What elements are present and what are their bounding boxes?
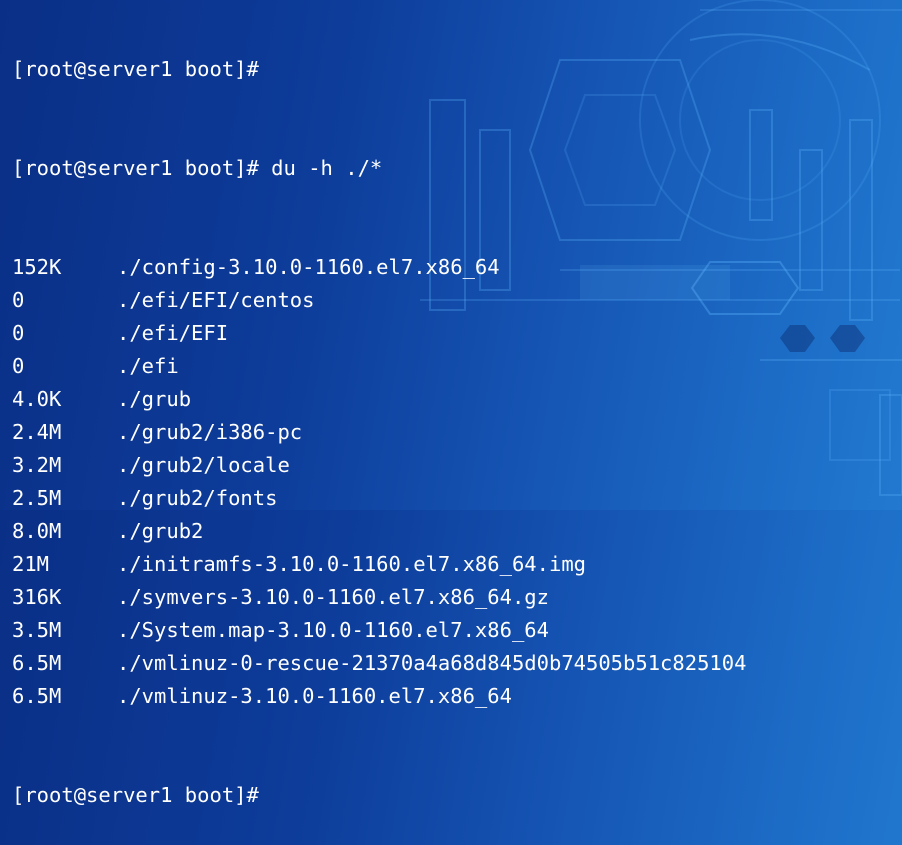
- file-path: ./initramfs-3.10.0-1160.el7.x86_64.img: [117, 552, 586, 576]
- disk-usage-size: 2.5M: [12, 486, 62, 510]
- du-output-row: 4.0K ./grub: [12, 383, 898, 416]
- file-path: ./vmlinuz-3.10.0-1160.el7.x86_64: [117, 684, 512, 708]
- du-output-row: 152K ./config-3.10.0-1160.el7.x86_64: [12, 251, 898, 284]
- disk-usage-size: 316K: [12, 585, 62, 609]
- du-output-row: 6.5M ./vmlinuz-3.10.0-1160.el7.x86_64: [12, 680, 898, 713]
- du-output-row: 0 ./efi/EFI: [12, 317, 898, 350]
- du-output-row: 3.2M ./grub2/locale: [12, 449, 898, 482]
- disk-usage-size: 0: [12, 288, 25, 312]
- disk-usage-size: 4.0K: [12, 387, 62, 411]
- command-line: [root@server1 boot]# du -h ./*: [12, 156, 383, 180]
- disk-usage-size: 3.5M: [12, 618, 62, 642]
- next-prompt-line: [root@server1 boot]#: [12, 783, 259, 807]
- terminal-output: [root@server1 boot]# [root@server1 boot]…: [12, 0, 898, 845]
- du-output-row: 21M ./initramfs-3.10.0-1160.el7.x86_64.im…: [12, 548, 898, 581]
- disk-usage-size: 0: [12, 354, 25, 378]
- file-path: ./efi/EFI: [117, 321, 229, 345]
- file-path: ./grub2: [117, 519, 204, 543]
- previous-prompt-line: [root@server1 boot]#: [12, 57, 259, 81]
- file-path: ./efi: [117, 354, 179, 378]
- disk-usage-size: 2.4M: [12, 420, 62, 444]
- du-output-row: 0 ./efi/EFI/centos: [12, 284, 898, 317]
- du-output-row: 2.5M ./grub2/fonts: [12, 482, 898, 515]
- disk-usage-size: 0: [12, 321, 25, 345]
- file-path: ./grub: [117, 387, 192, 411]
- du-output-row: 0 ./efi: [12, 350, 898, 383]
- file-path: ./grub2/locale: [117, 453, 290, 477]
- disk-usage-size: 3.2M: [12, 453, 62, 477]
- file-path: ./grub2/fonts: [117, 486, 278, 510]
- file-path: ./System.map-3.10.0-1160.el7.x86_64: [117, 618, 549, 642]
- file-path: ./efi/EFI/centos: [117, 288, 315, 312]
- disk-usage-size: 21M: [12, 552, 50, 576]
- disk-usage-size: 152K: [12, 255, 62, 279]
- du-output-row: 316K ./symvers-3.10.0-1160.el7.x86_64.gz: [12, 581, 898, 614]
- du-output-row: 2.4M ./grub2/i386-pc: [12, 416, 898, 449]
- disk-usage-size: 6.5M: [12, 651, 62, 675]
- file-path: ./grub2/i386-pc: [117, 420, 303, 444]
- du-output-row: 6.5M ./vmlinuz-0-rescue-21370a4a68d845d0b…: [12, 647, 898, 680]
- du-output-row: 8.0M ./grub2: [12, 515, 898, 548]
- file-path: ./vmlinuz-0-rescue-21370a4a68d845d0b7450…: [117, 651, 747, 675]
- du-output-row: 3.5M ./System.map-3.10.0-1160.el7.x86_64: [12, 614, 898, 647]
- file-path: ./symvers-3.10.0-1160.el7.x86_64.gz: [117, 585, 549, 609]
- file-path: ./config-3.10.0-1160.el7.x86_64: [117, 255, 500, 279]
- disk-usage-size: 6.5M: [12, 684, 62, 708]
- disk-usage-size: 8.0M: [12, 519, 62, 543]
